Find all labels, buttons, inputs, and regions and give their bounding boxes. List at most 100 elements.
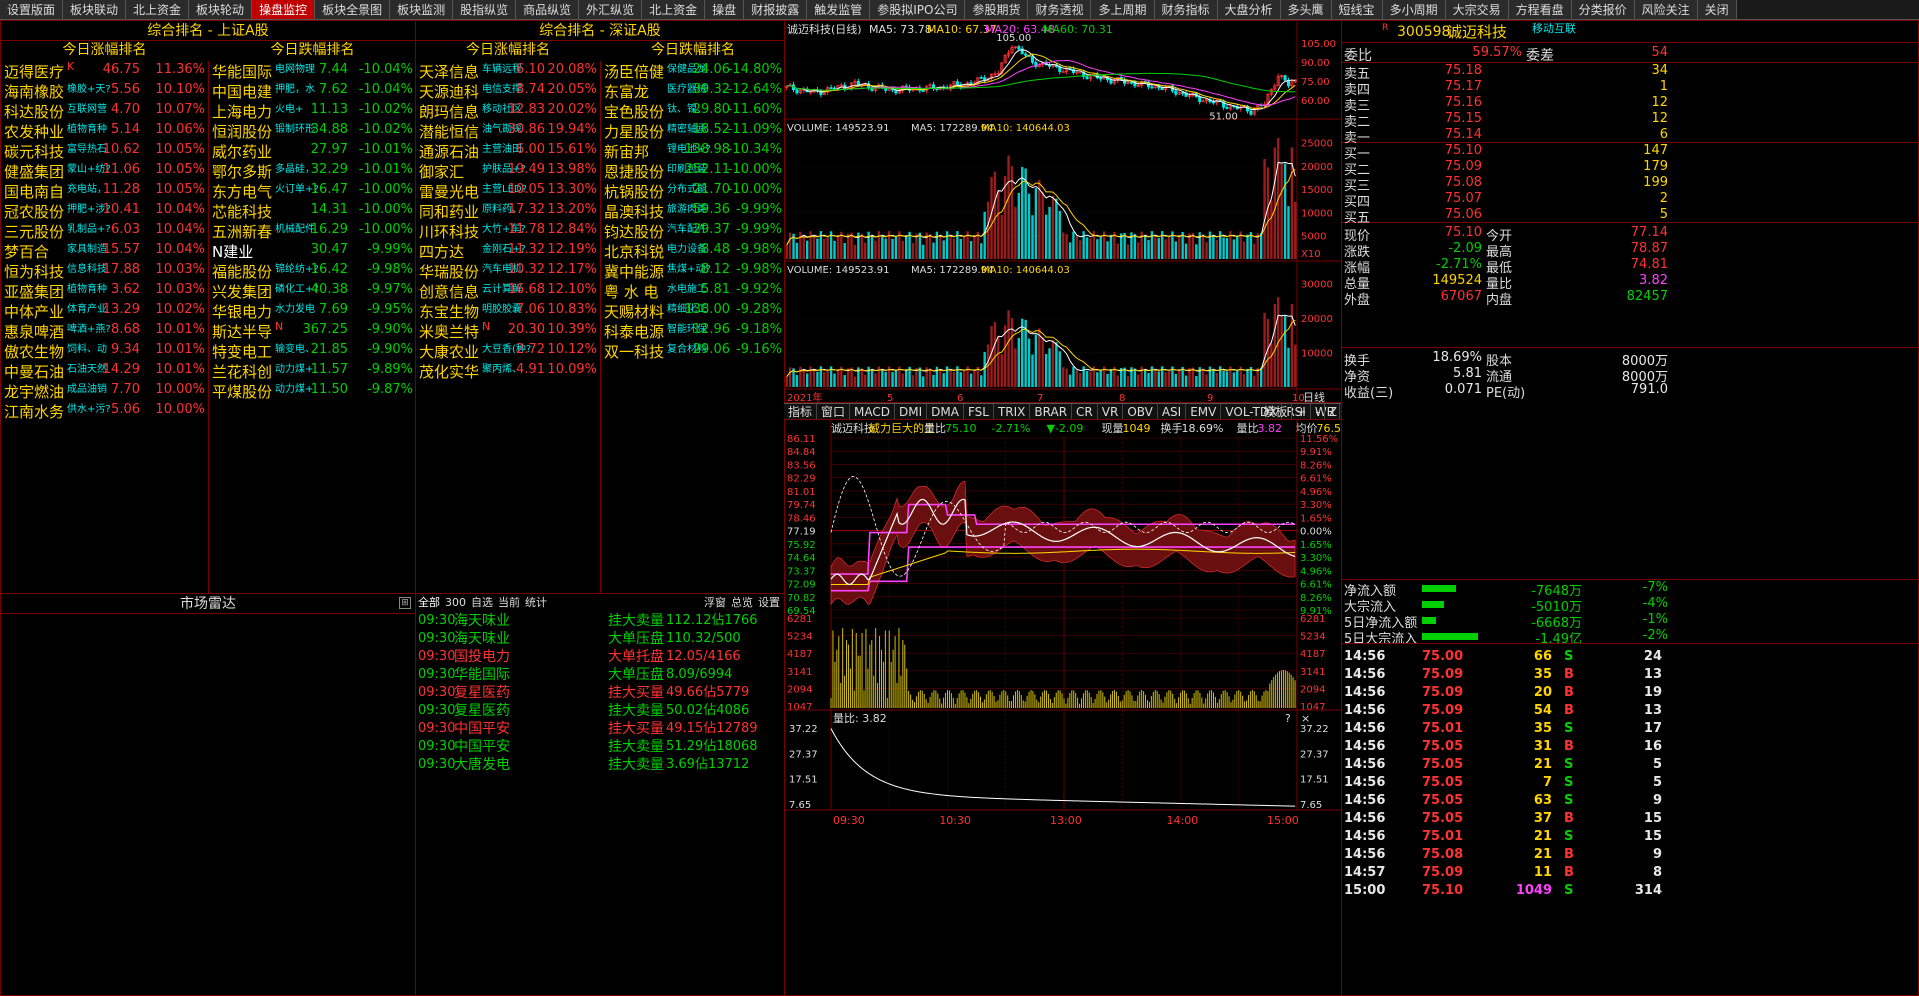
indicator-tab[interactable]: VR (1098, 404, 1124, 419)
tab-item[interactable]: 板块轮动 (189, 0, 253, 19)
rank-row[interactable]: 雷曼光电 主营LED? 10.05 13.30% (416, 180, 600, 201)
rank-row[interactable]: 惠泉啤酒 啤酒+燕? 8.68 10.01% (1, 320, 208, 341)
tab-item[interactable]: 大盘分析 (1217, 0, 1281, 19)
rank-row[interactable]: 东宝生物 明胶胶囊 7.06 10.83% (416, 300, 600, 321)
tab-item[interactable]: 参股拟IPO公司 (870, 0, 966, 19)
tab-item[interactable]: 方程看盘 (1508, 0, 1572, 19)
tab-item[interactable]: 设置版面 (0, 0, 64, 19)
rank-row[interactable]: N建业 30.47 -9.99% (209, 240, 415, 261)
alert-row[interactable]: 09:30 华能国际 大单压盘 8.09/6994 (416, 666, 784, 684)
rank-row[interactable]: 三元股份 乳制品+? 6.03 10.04% (1, 220, 208, 241)
rank-row[interactable]: 特变电工 输变电、 21.85 -9.90% (209, 340, 415, 361)
order-level-row[interactable]: 买二 75.09 179 (1342, 159, 1918, 178)
indicator-tab[interactable]: 指标 (784, 404, 818, 419)
rank-row[interactable]: 亚盛集团 植物育种 3.62 10.03% (1, 280, 208, 301)
indicator-tab[interactable]: 窗口 (817, 404, 851, 419)
rank-row[interactable]: 御家汇 护肤品+? 19.49 13.98% (416, 160, 600, 181)
order-level-row[interactable]: 买三 75.08 199 (1342, 175, 1918, 194)
order-level-row[interactable]: 买五 75.06 5 (1342, 207, 1918, 226)
rank-row[interactable]: 钧达股份 汽车配件 29.37 -9.99% (601, 220, 784, 241)
indicator-tab[interactable]: TRIX (994, 404, 1031, 419)
alert-row[interactable]: 09:30 大唐发电 挂大卖量 3.69佔13712 (416, 756, 784, 774)
tab-item[interactable]: 板块联动 (63, 0, 127, 19)
tab-item[interactable]: 多上周期 (1091, 0, 1155, 19)
intraday-chart[interactable]: 诚迈科技威力巨大的主量比 75.10 -2.71% ▼-2.09 现量 1049 换手 18.… (785, 420, 1342, 996)
order-level-row[interactable]: 买一 75.10 147 (1342, 143, 1918, 162)
tab-item[interactable]: 板块监测 (390, 0, 454, 19)
indicator-tool[interactable]: Z (1325, 404, 1342, 419)
rank-row[interactable]: 晶澳科技 旅游肉类 59.36 -9.99% (601, 200, 784, 221)
indicator-tab[interactable]: FSL (964, 404, 994, 419)
rank-row[interactable]: 梦百合 家具制造 15.57 10.04% (1, 240, 208, 261)
rank-row[interactable]: 傲农生物 饲料、动 9.34 10.01% (1, 340, 208, 361)
alert-row[interactable]: 09:30 海天味业 挂大卖量 112.12佔1766 (416, 612, 784, 630)
indicator-tab[interactable]: BRAR (1030, 404, 1073, 419)
alert-row[interactable]: 09:30 复星医药 挂大买量 49.66佔5779 (416, 684, 784, 702)
rank-row[interactable]: 科达股份 互联网营 4.70 10.07% (1, 100, 208, 121)
tab-item[interactable]: 财务透视 (1028, 0, 1092, 19)
rank-row[interactable]: 华瑞股份 汽车电机 10.32 12.17% (416, 260, 600, 281)
tab-item[interactable]: 外汇纵览 (579, 0, 643, 19)
indicator-tab[interactable]: MACD (850, 404, 896, 419)
alert-row[interactable]: 09:30 复星医药 挂大卖量 50.02佔4086 (416, 702, 784, 720)
alert-tool-button[interactable]: 设置 (758, 596, 780, 609)
rank-row[interactable]: 平煤股份 动力煤+ 11.50 -9.87% (209, 380, 415, 401)
rank-row[interactable]: 四方达 金刚石+? 11.32 12.19% (416, 240, 600, 261)
tab-item[interactable]: 操盘监控 (252, 0, 316, 19)
rank-row[interactable]: 米奥兰特 N 20.30 10.39% (416, 320, 600, 341)
rank-row[interactable]: 芯能科技 14.31 -10.00% (209, 200, 415, 221)
tab-item[interactable]: 股指纵览 (453, 0, 517, 19)
rank-row[interactable]: 通源石油 主营油田 6.00 15.61% (416, 140, 600, 161)
rank-row[interactable]: 迈得医疗 K 46.75 11.36% (1, 60, 208, 81)
rank-row[interactable]: 国电南自 充电站， 11.28 10.05% (1, 180, 208, 201)
tab-item[interactable]: 板块全景图 (315, 0, 391, 19)
tab-item[interactable]: 风险关注 (1634, 0, 1698, 19)
rank-row[interactable]: 威尔药业 27.97 -10.01% (209, 140, 415, 161)
tab-item[interactable]: 多小周期 (1382, 0, 1446, 19)
rank-row[interactable]: 中体产业 体育产业 13.29 10.02% (1, 300, 208, 321)
rank-row[interactable]: 斯达半导 N 367.25 -9.90% (209, 320, 415, 341)
order-level-row[interactable]: 买四 75.07 2 (1342, 191, 1918, 210)
indicator-tool[interactable]: + (1292, 404, 1312, 419)
alert-filter-tab[interactable]: 自选 (471, 596, 493, 609)
rank-row[interactable]: 杭锅股份 分布式能 21.70 -10.00% (601, 180, 784, 201)
alert-filter-tab[interactable]: 全部 (418, 596, 440, 609)
rank-row[interactable]: 恒为科技 信息科技 17.88 10.03% (1, 260, 208, 281)
tab-item[interactable]: 参股期货 (965, 0, 1029, 19)
tab-item[interactable]: 北上资金 (642, 0, 706, 19)
rank-row[interactable]: 中曼石油 石油天然 14.29 10.01% (1, 360, 208, 381)
rank-row[interactable]: 朗玛信息 移动社区 12.83 20.02% (416, 100, 600, 121)
alert-tool-button[interactable]: 浮窗 (704, 596, 726, 609)
rank-row[interactable]: 华银电力 水力发电 7.69 -9.95% (209, 300, 415, 321)
order-level-row[interactable]: 卖二 75.15 12 (1342, 111, 1918, 130)
tab-item[interactable]: 触发监管 (807, 0, 871, 19)
rank-row[interactable]: 宝色股份 钛、镍、 29.80 -11.60% (601, 100, 784, 121)
alert-filter-tab[interactable]: 300 (445, 596, 466, 609)
indicator-tab[interactable]: DMI (895, 404, 928, 419)
alert-row[interactable]: 09:30 中国平安 挂大卖量 51.29佔18068 (416, 738, 784, 756)
tab-item[interactable]: 关闭 (1697, 0, 1737, 19)
indicator-tab[interactable]: CR (1072, 404, 1098, 419)
rank-row[interactable]: 大康农业 大豆香(种? 2.72 10.12% (416, 340, 600, 361)
indicator-tab[interactable]: OBV (1123, 404, 1158, 419)
tab-item[interactable]: 多头鹰 (1280, 0, 1332, 19)
stock-concept[interactable]: 移动互联 (1532, 21, 1576, 40)
rank-row[interactable]: 兴发集团 磷化工+? 40.38 -9.97% (209, 280, 415, 301)
tab-item[interactable]: 财务指标 (1154, 0, 1218, 19)
rank-row[interactable]: 东富龙 医疗器械 39.32 -12.64% (601, 80, 784, 101)
rank-row[interactable]: 力星股份 精密轴承 18.52 -11.09% (601, 120, 784, 141)
rank-row[interactable]: 上海电力 火电+ 11.13 -10.02% (209, 100, 415, 121)
alert-row[interactable]: 09:30 海天味业 大单压盘 110.32/500 (416, 630, 784, 648)
rank-row[interactable]: 中国电建 押肥，水 7.62 -10.04% (209, 80, 415, 101)
alert-row[interactable]: 09:30 国投电力 大单托盘 12.05/4166 (416, 648, 784, 666)
rank-row[interactable]: 北京科锐 电力设备 8.48 -9.98% (601, 240, 784, 261)
indicator-tab[interactable]: ASI (1158, 404, 1187, 419)
rank-row[interactable]: 天赐材料 精细化工 138.00 -9.28% (601, 300, 784, 321)
tab-item[interactable]: 北上资金 (126, 0, 190, 19)
rank-row[interactable]: 潜能恒信 油气勘探 30.86 19.94% (416, 120, 600, 141)
rank-row[interactable]: 天源迪科 电信支撑 8.74 20.05% (416, 80, 600, 101)
rank-row[interactable]: 华能国际 电网物理 7.44 -10.04% (209, 60, 415, 81)
rank-row[interactable]: 同和药业 原料药、 17.32 13.20% (416, 200, 600, 221)
order-level-row[interactable]: 卖四 75.17 1 (1342, 79, 1918, 98)
rank-row[interactable]: 碳元科技 富导热石 10.62 10.05% (1, 140, 208, 161)
